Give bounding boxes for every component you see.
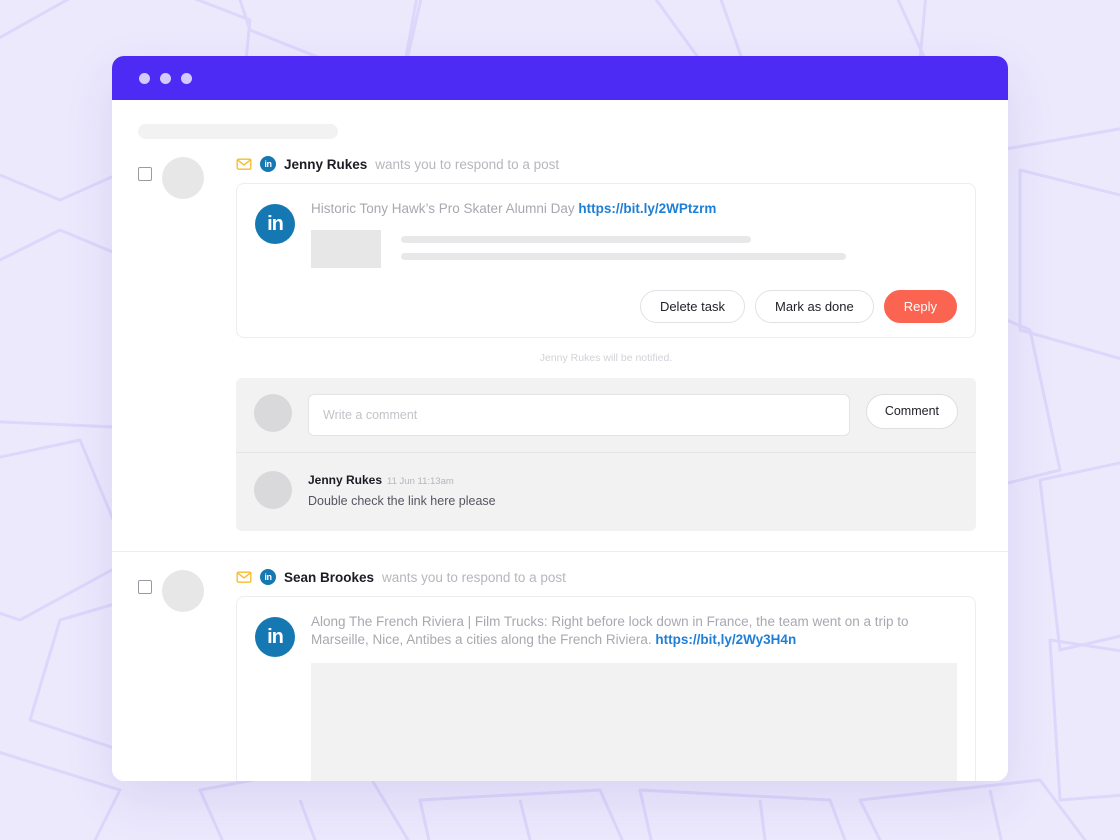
post-preview <box>311 230 957 268</box>
post-link[interactable]: https://bit.ly/2WPtzrm <box>578 201 716 216</box>
post-card: in Along The French Riviera | Film Truck… <box>236 596 976 781</box>
linkedin-icon: in <box>255 617 295 657</box>
comment-list-item: Jenny Rukes 11 Jun 11:13am Double check t… <box>236 453 976 531</box>
notification-actor: Sean Brookes <box>284 569 375 585</box>
linkedin-icon: in <box>260 569 276 585</box>
preview-skeleton <box>401 230 957 260</box>
notification-body: in Jenny Rukes wants you to respond to a… <box>236 155 1008 531</box>
notification-action: wants you to respond to a post <box>382 569 566 585</box>
comment-timestamp: 11 Jun 11:13am <box>387 476 454 487</box>
notification-item: in Jenny Rukes wants you to respond to a… <box>112 139 1008 531</box>
notification-action: wants you to respond to a post <box>375 156 560 172</box>
notification-select-column <box>112 568 162 781</box>
post-link[interactable]: https://bit,ly/2Wy3H4n <box>655 632 796 647</box>
notification-checkbox[interactable] <box>138 580 152 594</box>
window-content: in Jenny Rukes wants you to respond to a… <box>112 100 1008 781</box>
post-action-buttons: Delete task Mark as done Reply <box>311 290 957 323</box>
notification-header: in Jenny Rukes wants you to respond to a… <box>236 155 976 173</box>
avatar <box>254 471 292 509</box>
notification-body: in Sean Brookes wants you to respond to … <box>236 568 1008 781</box>
window-dot-minimize[interactable] <box>160 72 171 84</box>
preview-thumbnail <box>311 230 381 268</box>
comments-section: Comment Jenny Rukes 11 Jun 11:13am Double… <box>236 378 976 531</box>
mail-icon <box>236 158 252 170</box>
post-content: Historic Tony Hawk’s Pro Skater Alumni D… <box>311 200 957 323</box>
mail-icon <box>236 571 252 583</box>
comment-text: Double check the link here please <box>308 494 496 508</box>
notification-select-column <box>112 155 162 531</box>
avatar <box>162 157 204 199</box>
skeleton-line <box>401 236 752 243</box>
window-dot-close[interactable] <box>139 72 150 84</box>
browser-window: in Jenny Rukes wants you to respond to a… <box>112 56 1008 781</box>
mark-as-done-button[interactable]: Mark as done <box>754 290 874 323</box>
post-text: Along The French Riviera | Film Trucks: … <box>311 614 909 647</box>
reply-button[interactable]: Reply <box>883 290 957 323</box>
post-content: Along The French Riviera | Film Trucks: … <box>311 613 957 781</box>
header-placeholder-bar <box>138 124 338 139</box>
comment-author: Jenny Rukes <box>308 473 383 487</box>
avatar <box>254 394 292 432</box>
linkedin-icon: in <box>255 204 295 244</box>
post-text-block: Along The French Riviera | Film Trucks: … <box>311 613 957 649</box>
post-text-block: Historic Tony Hawk’s Pro Skater Alumni D… <box>311 200 957 218</box>
post-image-placeholder <box>311 663 957 781</box>
window-titlebar <box>112 56 1008 100</box>
notified-note: Jenny Rukes will be notified. <box>539 352 673 364</box>
notification-actor: Jenny Rukes <box>284 156 368 172</box>
notification-avatar-column <box>162 155 236 531</box>
skeleton-line <box>401 253 846 260</box>
notification-header: in Sean Brookes wants you to respond to … <box>236 568 976 586</box>
notification-item: in Sean Brookes wants you to respond to … <box>112 552 1008 781</box>
notification-avatar-column <box>162 568 236 781</box>
post-card: in Historic Tony Hawk’s Pro Skater Alumn… <box>236 183 976 338</box>
comment-meta: Jenny Rukes 11 Jun 11:13am <box>308 471 496 489</box>
comment-body: Jenny Rukes 11 Jun 11:13am Double check t… <box>308 471 496 509</box>
comment-submit-button[interactable]: Comment <box>865 394 958 429</box>
linkedin-icon: in <box>260 156 276 172</box>
avatar <box>162 570 204 612</box>
comment-input[interactable] <box>308 394 850 436</box>
notification-checkbox[interactable] <box>138 167 152 181</box>
window-dot-maximize[interactable] <box>181 72 192 84</box>
delete-task-button[interactable]: Delete task <box>639 290 745 323</box>
post-text: Historic Tony Hawk’s Pro Skater Alumni D… <box>311 201 575 216</box>
comment-compose: Comment <box>236 378 976 452</box>
